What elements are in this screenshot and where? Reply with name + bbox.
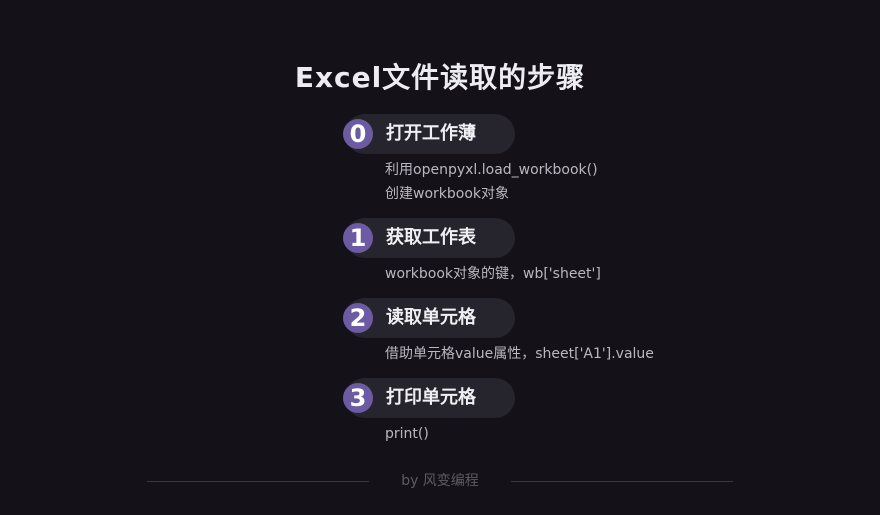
step-number-badge: 1	[343, 223, 373, 253]
step-description-line: 创建workbook对象	[385, 186, 510, 202]
step-description: print()	[343, 418, 763, 446]
step-2: 2 读取单元格 借助单元格value属性，sheet['A1'].value	[343, 298, 763, 366]
step-description-line: 利用openpyxl.load_workbook()	[385, 162, 598, 178]
step-3: 3 打印单元格 print()	[343, 378, 763, 446]
step-title: 打开工作薄	[386, 123, 476, 144]
step-description: 借助单元格value属性，sheet['A1'].value	[343, 338, 763, 366]
step-number-badge: 2	[343, 303, 373, 333]
step-header: 3 打印单元格	[343, 378, 763, 418]
step-description: 利用openpyxl.load_workbook() 创建workbook对象	[343, 154, 763, 206]
step-title: 读取单元格	[386, 307, 476, 328]
step-1: 1 获取工作表 workbook对象的键，wb['sheet']	[343, 218, 763, 286]
footer-divider-right	[511, 481, 733, 482]
footer: by 风变编程	[0, 470, 880, 492]
step-description-line: workbook对象的键，wb['sheet']	[385, 266, 601, 282]
step-0: 0 打开工作薄 利用openpyxl.load_workbook() 创建wor…	[343, 114, 763, 206]
step-description: workbook对象的键，wb['sheet']	[343, 258, 763, 286]
step-description-line: 借助单元格value属性，sheet['A1'].value	[385, 346, 654, 362]
step-title: 获取工作表	[386, 227, 476, 248]
step-description-line: print()	[385, 426, 429, 442]
steps-list: 0 打开工作薄 利用openpyxl.load_workbook() 创建wor…	[343, 114, 763, 458]
step-number-badge: 0	[343, 119, 373, 149]
step-header: 0 打开工作薄	[343, 114, 763, 154]
step-header: 1 获取工作表	[343, 218, 763, 258]
step-header: 2 读取单元格	[343, 298, 763, 338]
step-title: 打印单元格	[386, 387, 476, 408]
page-title: Excel文件读取的步骤	[294, 61, 586, 94]
footer-credit: by 风变编程	[401, 473, 479, 489]
step-number-badge: 3	[343, 383, 373, 413]
